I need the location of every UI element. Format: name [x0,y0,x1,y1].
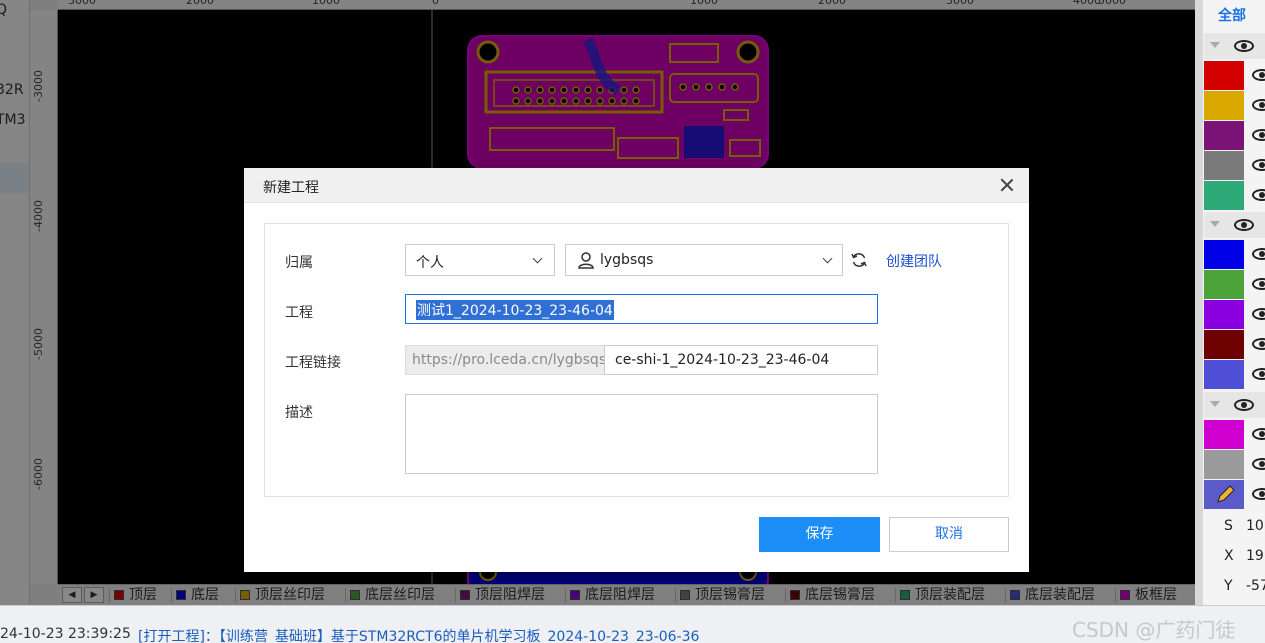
chevron-down-icon [822,253,833,264]
link-prefix-text: https://pro.lceda.cn/lygbsqs/ [412,352,611,368]
coord-value: -57 [1246,578,1265,594]
project-link-input[interactable]: ce-shi-1_2024-10-23_23-46-04 [604,345,878,375]
layer-row[interactable] [1204,420,1265,449]
layer-color-swatch[interactable] [1204,151,1244,180]
save-button[interactable]: 保存 [759,517,880,552]
layer-color-swatch[interactable] [1204,330,1244,359]
pencil-icon [1217,485,1235,503]
new-project-dialog: 新建工程 归属 个人 lygbsqs 创建团队 工程 测试1_2024-10-2… [244,168,1029,572]
status-message[interactable]: [打开工程]：【训练营_基础班】基于STM32RCT6的单片机学习板_2024-… [138,626,699,643]
coord-readout: S 10 [1204,512,1265,542]
coord-value: 19 [1246,548,1264,564]
coord-readout: X 19 [1204,542,1265,572]
layer-row[interactable] [1204,151,1265,180]
dialog-title: 新建工程 [263,180,319,196]
layer-group-header[interactable] [1204,392,1265,418]
eye-icon[interactable] [1252,428,1265,440]
eye-icon[interactable] [1252,99,1265,111]
layer-color-swatch[interactable] [1204,450,1244,479]
owner-label: 归属 [285,255,313,271]
refresh-icon[interactable] [850,251,868,269]
layer-row[interactable] [1204,121,1265,150]
edit-layer-row[interactable] [1204,480,1265,509]
layer-row[interactable] [1204,330,1265,359]
chevron-down-icon [532,253,543,264]
layer-group-header[interactable] [1204,33,1265,59]
layer-group-header[interactable] [1204,212,1265,238]
layer-row[interactable] [1204,240,1265,269]
coord-key: Y [1224,578,1233,594]
eye-icon[interactable] [1234,40,1254,52]
cancel-button[interactable]: 取消 [889,517,1009,552]
right-panel-divider[interactable] [1195,0,1203,605]
eye-icon[interactable] [1252,458,1265,470]
description-textarea[interactable] [405,394,878,474]
collapse-icon[interactable] [1210,42,1220,48]
project-name-input[interactable]: 测试1_2024-10-23_23-46-04 [405,294,878,324]
owner-user-select[interactable]: lygbsqs [565,244,843,276]
eye-icon[interactable] [1252,308,1265,320]
layer-panel: 全部 S 10 X 19 Y -57 [1195,0,1265,605]
eye-icon[interactable] [1252,69,1265,81]
all-layers-label[interactable]: 全部 [1218,5,1246,25]
watermark: CSDN @广药门徒 [1072,618,1236,642]
close-icon[interactable] [999,177,1015,193]
dialog-header: 新建工程 [244,168,1029,203]
collapse-icon[interactable] [1210,221,1220,227]
eye-icon[interactable] [1252,368,1265,380]
layer-color-swatch[interactable] [1204,121,1244,150]
layer-color-swatch[interactable] [1204,420,1244,449]
collapse-icon[interactable] [1210,401,1220,407]
layer-color-swatch[interactable] [1204,61,1244,90]
create-team-link[interactable]: 创建团队 [886,251,942,271]
status-bar: 24-10-23 23:39:25 [打开工程]：【训练营_基础班】基于STM3… [0,605,1265,643]
layer-row[interactable] [1204,181,1265,210]
layer-color-swatch[interactable] [1204,360,1244,389]
coord-value: 10 [1246,518,1264,534]
layer-color-swatch[interactable] [1204,91,1244,120]
project-name-value: 测试1_2024-10-23_23-46-04 [416,300,614,320]
layer-row[interactable] [1204,360,1265,389]
project-link-value: ce-shi-1_2024-10-23_23-46-04 [615,352,830,368]
project-form: 归属 个人 lygbsqs 创建团队 工程 测试1_2024-10-23_23-… [264,223,1009,497]
coord-key: S [1224,518,1233,534]
pencil-icon[interactable] [1204,480,1244,509]
owner-type-select[interactable]: 个人 [405,244,555,276]
layer-row[interactable] [1204,91,1265,120]
eye-icon[interactable] [1252,488,1265,500]
project-label: 工程 [285,305,313,321]
eye-icon[interactable] [1252,189,1265,201]
eye-icon[interactable] [1234,219,1254,231]
layer-color-swatch[interactable] [1204,270,1244,299]
layer-color-swatch[interactable] [1204,240,1244,269]
layer-row[interactable] [1204,61,1265,90]
user-icon [578,252,594,269]
project-link-label: 工程链接 [285,355,341,371]
eye-icon[interactable] [1234,399,1254,411]
eye-icon[interactable] [1252,248,1265,260]
eye-icon[interactable] [1252,129,1265,141]
owner-user-value: lygbsqs [600,252,654,268]
coord-readout: Y -57 [1204,572,1265,602]
eye-icon[interactable] [1252,338,1265,350]
eye-icon[interactable] [1252,159,1265,171]
status-time: 24-10-23 23:39:25 [0,626,131,642]
description-label: 描述 [285,405,313,421]
coord-key: X [1224,548,1234,564]
eye-icon[interactable] [1252,278,1265,290]
layer-row[interactable] [1204,270,1265,299]
link-prefix: https://pro.lceda.cn/lygbsqs/ [405,345,611,375]
layer-color-swatch[interactable] [1204,181,1244,210]
layer-color-swatch[interactable] [1204,300,1244,329]
owner-type-value: 个人 [416,255,444,271]
layer-row[interactable] [1204,300,1265,329]
layer-row[interactable] [1204,450,1265,479]
